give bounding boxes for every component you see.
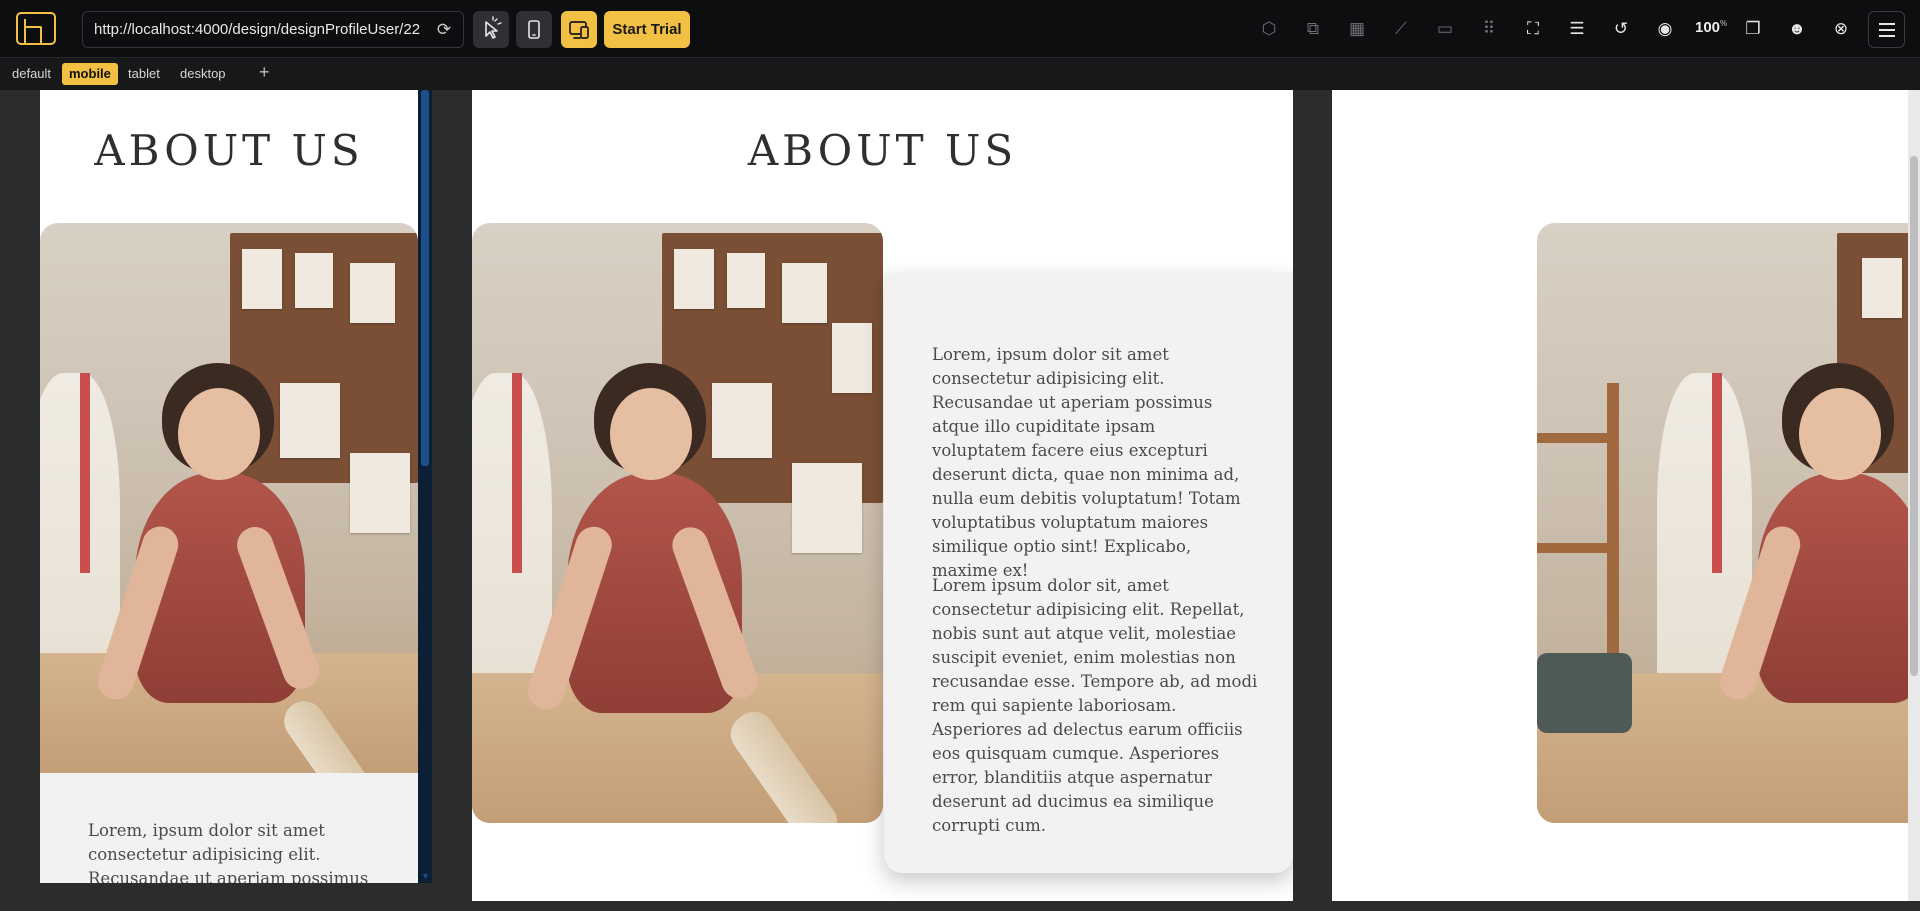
breakpoint-tabs: default mobile tablet desktop + xyxy=(0,58,1920,90)
sketch-sheet xyxy=(280,383,340,458)
sketch-sheet xyxy=(727,253,765,308)
tablet-text-card: Lorem, ipsum dolor sit amet consectetur … xyxy=(884,273,1293,873)
overlap-icon[interactable]: ⧉ xyxy=(1301,17,1325,41)
sketch-sheet xyxy=(295,253,333,308)
stack-icon[interactable]: ☰ xyxy=(1565,17,1589,41)
scroll-down-arrow-icon[interactable]: ▼ xyxy=(421,871,430,881)
dots-grid-icon[interactable]: ⠿ xyxy=(1477,17,1501,41)
tablet-paragraph-2: Lorem ipsum dolor sit, amet consectetur … xyxy=(932,576,1258,835)
tablet-heading: ABOUT US xyxy=(747,126,1018,175)
canvas-vertical-scrollbar[interactable] xyxy=(1908,90,1920,901)
sketch-sheet xyxy=(350,263,395,323)
desktop-frame[interactable] xyxy=(1332,90,1920,901)
mobile-paragraph: Lorem, ipsum dolor sit amet consectetur … xyxy=(88,821,369,883)
zoom-unit: % xyxy=(1720,19,1728,28)
tab-mobile[interactable]: mobile xyxy=(62,63,118,85)
design-canvas: ABOUT US Lorem, ipsum dolor sit amet con… xyxy=(0,90,1920,901)
mobile-text-card: Lorem, ipsum dolor sit amet consectetur … xyxy=(40,773,418,883)
pattern-sheet xyxy=(792,463,862,553)
undo-icon[interactable]: ↺ xyxy=(1609,17,1633,41)
wood-shelf xyxy=(1537,433,1617,443)
person-face xyxy=(610,388,692,480)
cube-icon[interactable]: ⬡ xyxy=(1257,17,1281,41)
app-logo-icon[interactable] xyxy=(16,12,56,45)
sketch-sheet xyxy=(1862,258,1902,318)
camera-icon[interactable]: ◉ xyxy=(1653,17,1677,41)
menu-button[interactable] xyxy=(1868,11,1905,48)
menu-icon-bar xyxy=(1879,35,1895,37)
zoom-level[interactable]: 100% xyxy=(1695,19,1727,36)
select-cursor-icon xyxy=(485,16,502,39)
start-trial-button[interactable]: Start Trial xyxy=(604,11,690,48)
tab-default[interactable]: default xyxy=(5,63,58,85)
top-toolbar: http://localhost:4000/design/designProfi… xyxy=(0,0,1920,58)
fabric-pile xyxy=(1537,653,1632,733)
layers-icon[interactable]: ❐ xyxy=(1741,17,1765,41)
menu-icon xyxy=(1879,23,1895,25)
tablet-about-photo xyxy=(472,223,883,823)
tablet-frame[interactable]: ABOUT US Lorem, ipsum dolor sit amet con… xyxy=(472,90,1293,901)
mobile-device-icon xyxy=(528,20,540,39)
menu-icon-bar xyxy=(1879,29,1895,31)
mobile-view-button[interactable] xyxy=(516,11,552,48)
sketch-sheet xyxy=(242,249,282,309)
measuring-tape xyxy=(1712,373,1722,573)
tab-tablet[interactable]: tablet xyxy=(121,63,167,85)
pattern-sheet xyxy=(350,453,410,533)
person-face xyxy=(178,388,260,480)
sketch-sheet xyxy=(832,323,872,393)
sketch-sheet xyxy=(782,263,827,323)
close-circle-icon[interactable]: ⊗ xyxy=(1829,17,1853,41)
spacer-icon[interactable]: ▭ xyxy=(1433,17,1457,41)
ruler-icon[interactable]: ⟋ xyxy=(1389,17,1413,41)
zoom-value: 100 xyxy=(1695,19,1721,36)
mobile-frame[interactable]: ABOUT US Lorem, ipsum dolor sit amet con… xyxy=(40,90,418,883)
wood-shelf xyxy=(1537,543,1617,553)
mobile-heading: ABOUT US xyxy=(94,126,364,175)
canvas-vertical-scrollbar-thumb[interactable] xyxy=(1910,156,1918,676)
person-face xyxy=(1799,388,1881,480)
sketch-sheet xyxy=(674,249,714,309)
add-breakpoint-button[interactable]: + xyxy=(252,61,277,83)
tab-desktop[interactable]: desktop xyxy=(173,63,233,85)
url-text[interactable]: http://localhost:4000/design/designProfi… xyxy=(94,21,420,38)
focus-frame-icon[interactable]: ⛶ xyxy=(1521,17,1545,41)
refresh-icon[interactable]: ⟳ xyxy=(435,12,453,47)
mobile-about-photo xyxy=(40,223,418,773)
tablet-paragraph-1: Lorem, ipsum dolor sit amet consectetur … xyxy=(932,345,1241,580)
mobile-scrollbar-thumb[interactable] xyxy=(421,90,429,466)
select-cursor-button[interactable] xyxy=(473,11,509,48)
measuring-tape xyxy=(80,373,90,573)
url-bar[interactable]: http://localhost:4000/design/designProfi… xyxy=(82,11,464,48)
responsive-devices-icon xyxy=(569,21,589,39)
desktop-about-photo xyxy=(1537,223,1920,823)
sketch-sheet xyxy=(712,383,772,458)
responsive-view-button[interactable] xyxy=(561,11,597,48)
discord-icon[interactable]: ☻ xyxy=(1785,17,1809,41)
mobile-scrollbar[interactable]: ▼ xyxy=(418,90,432,883)
grid-icon[interactable]: ▦ xyxy=(1345,17,1369,41)
measuring-tape xyxy=(512,373,522,573)
